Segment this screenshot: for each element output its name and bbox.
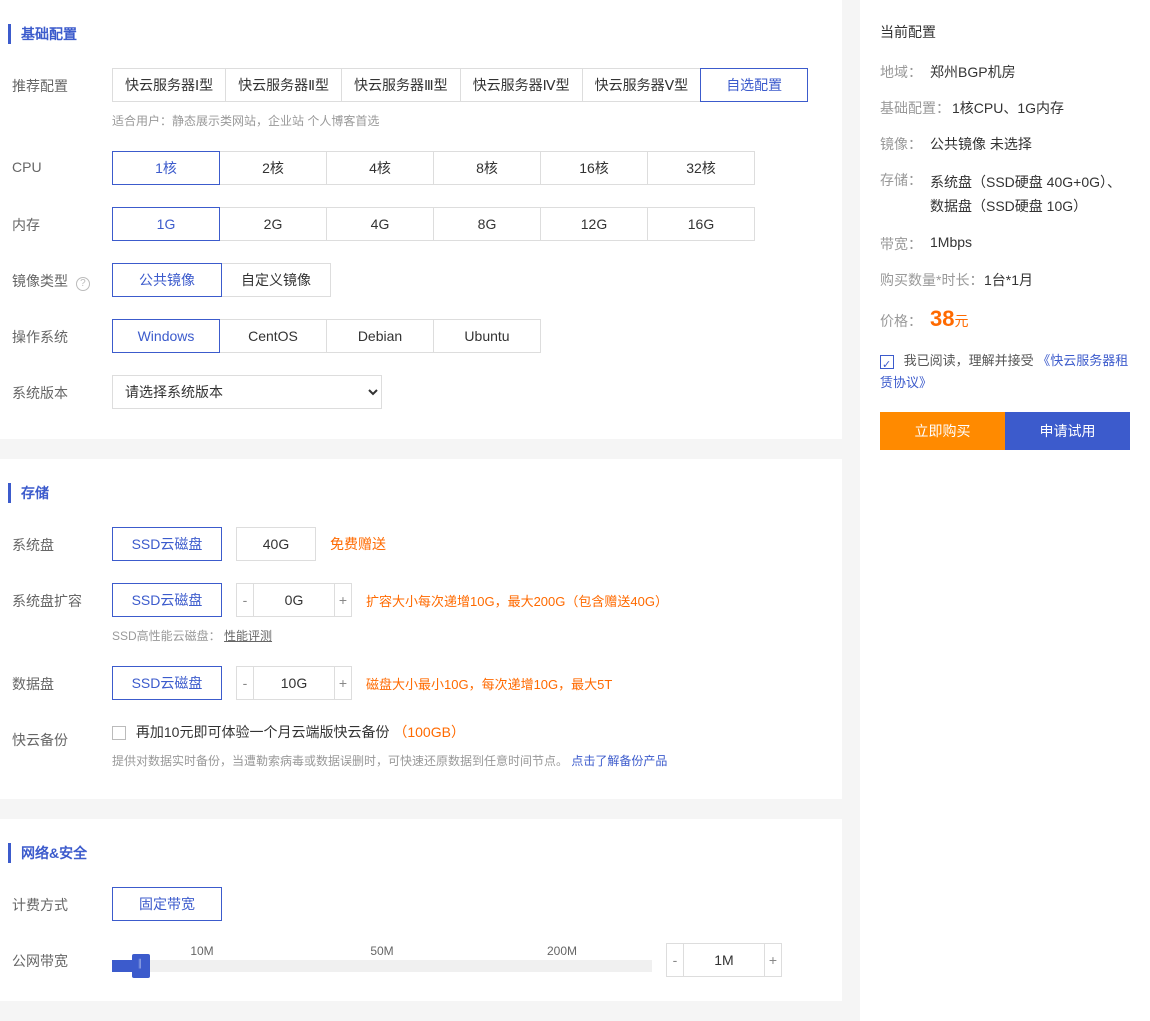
trial-button[interactable]: 申请试用 bbox=[1005, 412, 1130, 450]
cpu-opt-5[interactable]: 16核 bbox=[540, 151, 648, 185]
label-bandwidth: 公网带宽 bbox=[8, 943, 112, 971]
recommend-opt-5[interactable]: 快云服务器Ⅴ型 bbox=[582, 68, 702, 102]
mem-opt-3[interactable]: 4G bbox=[326, 207, 434, 241]
label-data-disk: 数据盘 bbox=[8, 666, 112, 694]
row-version: 系统版本 请选择系统版本 bbox=[8, 375, 842, 409]
row-image-type: 镜像类型 ? 公共镜像 自定义镜像 bbox=[8, 263, 842, 297]
recommend-opt-1[interactable]: 快云服务器Ⅰ型 bbox=[112, 68, 226, 102]
expand-plus[interactable]: + bbox=[334, 583, 352, 617]
section-title-storage: 存储 bbox=[8, 483, 842, 503]
recommend-opt-3[interactable]: 快云服务器Ⅲ型 bbox=[341, 68, 461, 102]
perf-link[interactable]: 性能评测 bbox=[224, 629, 272, 643]
row-sys-disk-expand: 系统盘扩容 SSD云磁盘 - 0G + 扩容大小每次递增10G，最大200G（包… bbox=[8, 583, 842, 644]
label-sys-disk: 系统盘 bbox=[8, 527, 112, 555]
mem-opt-2[interactable]: 2G bbox=[219, 207, 327, 241]
row-sys-disk: 系统盘 SSD云磁盘 40G 免费赠送 bbox=[8, 527, 842, 561]
buy-button[interactable]: 立即购买 bbox=[880, 412, 1005, 450]
row-memory: 内存 1G 2G 4G 8G 12G 16G bbox=[8, 207, 842, 241]
panel-basic: 基础配置 推荐配置 快云服务器Ⅰ型 快云服务器Ⅱ型 快云服务器Ⅲ型 快云服务器Ⅳ… bbox=[0, 0, 842, 439]
mem-opt-4[interactable]: 8G bbox=[433, 207, 541, 241]
perf-hint: SSD高性能云磁盘： 性能评测 bbox=[112, 627, 842, 644]
data-disk-note: 磁盘大小最小10G，每次递增10G，最大5T bbox=[366, 674, 612, 693]
os-opt-ubuntu[interactable]: Ubuntu bbox=[433, 319, 541, 353]
panel-network: 网络&安全 计费方式 固定带宽 公网带宽 bbox=[0, 819, 842, 1001]
expand-minus[interactable]: - bbox=[236, 583, 254, 617]
expand-value[interactable]: 0G bbox=[254, 583, 334, 617]
os-opt-windows[interactable]: Windows bbox=[112, 319, 220, 353]
backup-link[interactable]: 点击了解备份产品 bbox=[571, 754, 667, 768]
os-opt-debian[interactable]: Debian bbox=[326, 319, 434, 353]
cpu-opt-6[interactable]: 32核 bbox=[647, 151, 755, 185]
data-disk-minus[interactable]: - bbox=[236, 666, 254, 700]
image-opt-public[interactable]: 公共镜像 bbox=[112, 263, 222, 297]
slider-marks: 10M 50M 200M bbox=[112, 944, 652, 958]
row-cpu: CPU 1核 2核 4核 8核 16核 32核 bbox=[8, 151, 842, 185]
cpu-opt-4[interactable]: 8核 bbox=[433, 151, 541, 185]
section-title-network: 网络&安全 bbox=[8, 843, 842, 863]
backup-desc: 提供对数据实时备份，当遭勒索病毒或数据误删时，可快速还原数据到任意时间节点。 点… bbox=[112, 752, 842, 769]
bandwidth-slider[interactable] bbox=[112, 960, 652, 972]
side-title: 当前配置 bbox=[880, 22, 1130, 42]
recommend-hint: 适合用户：静态展示类网站，企业站 个人博客首选 bbox=[112, 112, 842, 129]
backup-check-line[interactable]: 再加10元即可体验一个月云端版快云备份 （100GB） bbox=[112, 722, 842, 742]
data-disk-plus[interactable]: + bbox=[334, 666, 352, 700]
label-billing: 计费方式 bbox=[8, 887, 112, 915]
label-sys-disk-expand: 系统盘扩容 bbox=[8, 583, 112, 611]
price-value: 38 bbox=[930, 306, 954, 331]
os-opt-centos[interactable]: CentOS bbox=[219, 319, 327, 353]
recommend-opt-2[interactable]: 快云服务器Ⅱ型 bbox=[225, 68, 342, 102]
agree-checkbox[interactable] bbox=[880, 355, 894, 369]
expand-disk-type[interactable]: SSD云磁盘 bbox=[112, 583, 222, 617]
data-disk-value[interactable]: 10G bbox=[254, 666, 334, 700]
image-opt-custom[interactable]: 自定义镜像 bbox=[221, 263, 331, 297]
recommend-opt-6[interactable]: 自选配置 bbox=[700, 68, 808, 102]
row-recommend: 推荐配置 快云服务器Ⅰ型 快云服务器Ⅱ型 快云服务器Ⅲ型 快云服务器Ⅳ型 快云服… bbox=[8, 68, 842, 129]
expand-note: 扩容大小每次递增10G，最大200G（包含赠送40G） bbox=[366, 591, 668, 610]
bw-value[interactable]: 1M bbox=[684, 943, 764, 977]
cpu-opt-2[interactable]: 2核 bbox=[219, 151, 327, 185]
panel-storage: 存储 系统盘 SSD云磁盘 40G 免费赠送 系统盘扩容 SSD云磁盘 - 0G bbox=[0, 459, 842, 799]
row-data-disk: 数据盘 SSD云磁盘 - 10G + 磁盘大小最小10G，每次递增10G，最大5… bbox=[8, 666, 842, 700]
agree-line[interactable]: 我已阅读，理解并接受 《快云服务器租赁协议》 bbox=[880, 350, 1130, 394]
bw-minus[interactable]: - bbox=[666, 943, 684, 977]
recommend-opt-4[interactable]: 快云服务器Ⅳ型 bbox=[460, 68, 583, 102]
row-backup: 快云备份 再加10元即可体验一个月云端版快云备份 （100GB） 提供对数据实时… bbox=[8, 722, 842, 769]
label-os: 操作系统 bbox=[8, 319, 112, 347]
data-disk-type[interactable]: SSD云磁盘 bbox=[112, 666, 222, 700]
sys-disk-type[interactable]: SSD云磁盘 bbox=[112, 527, 222, 561]
label-memory: 内存 bbox=[8, 207, 112, 235]
mem-opt-6[interactable]: 16G bbox=[647, 207, 755, 241]
sys-disk-note: 免费赠送 bbox=[330, 534, 386, 554]
label-cpu: CPU bbox=[8, 151, 112, 175]
sys-disk-size: 40G bbox=[236, 527, 316, 561]
version-select[interactable]: 请选择系统版本 bbox=[112, 375, 382, 409]
label-image-type: 镜像类型 ? bbox=[8, 263, 112, 291]
cpu-opt-1[interactable]: 1核 bbox=[112, 151, 220, 185]
label-version: 系统版本 bbox=[8, 375, 112, 403]
mem-opt-5[interactable]: 12G bbox=[540, 207, 648, 241]
mem-opt-1[interactable]: 1G bbox=[112, 207, 220, 241]
row-os: 操作系统 Windows CentOS Debian Ubuntu bbox=[8, 319, 842, 353]
help-icon[interactable]: ? bbox=[76, 277, 90, 291]
label-backup: 快云备份 bbox=[8, 722, 112, 750]
label-recommend: 推荐配置 bbox=[8, 68, 112, 96]
bw-plus[interactable]: + bbox=[764, 943, 782, 977]
section-title-basic: 基础配置 bbox=[8, 24, 842, 44]
sidebar-current-config: 当前配置 地域：郑州BGP机房 基础配置：1核CPU、1G内存 镜像：公共镜像 … bbox=[860, 0, 1150, 1021]
billing-opt-fixed[interactable]: 固定带宽 bbox=[112, 887, 222, 921]
row-bandwidth: 公网带宽 10M 50M 200M bbox=[8, 943, 842, 977]
cpu-opt-3[interactable]: 4核 bbox=[326, 151, 434, 185]
backup-checkbox[interactable] bbox=[112, 726, 126, 740]
row-billing: 计费方式 固定带宽 bbox=[8, 887, 842, 921]
